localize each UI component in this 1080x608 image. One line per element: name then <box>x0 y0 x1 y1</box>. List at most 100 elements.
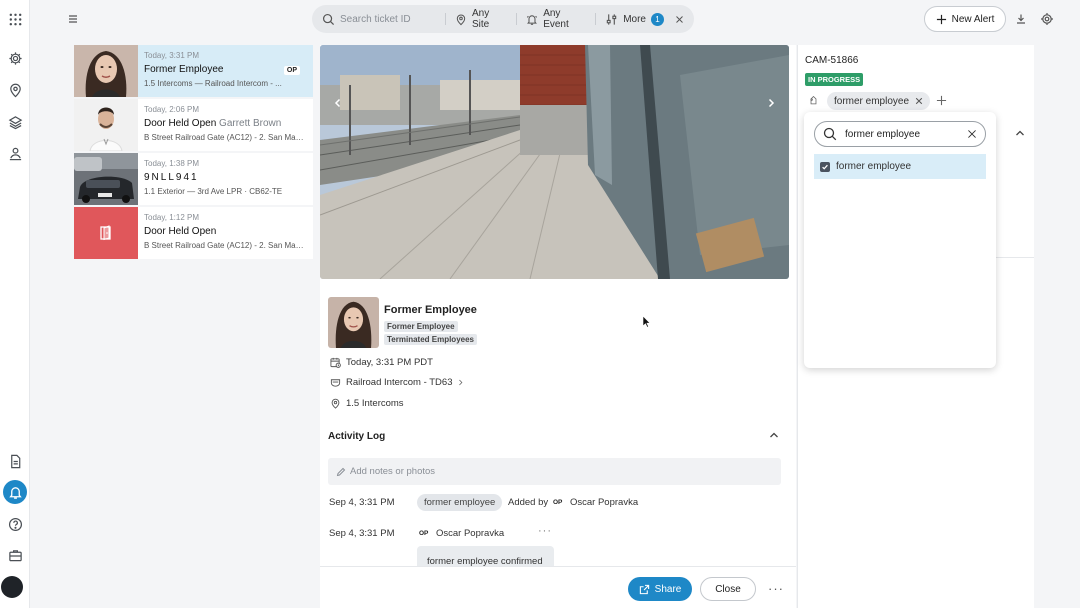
tag-chip[interactable]: former employee <box>827 92 931 110</box>
tag-search-input[interactable]: former employee <box>814 121 986 147</box>
alert-description: 1.1 Exterior — 3rd Ave LPR · CB62-TE <box>144 187 283 196</box>
door-open-icon <box>100 225 111 241</box>
search-placeholder: Search ticket ID <box>340 13 411 25</box>
alert-title: Door Held Open Garrett Brown <box>144 118 313 129</box>
alert-time: Today, 2:06 PM <box>144 105 199 114</box>
person-tag: Former Employee <box>384 321 458 332</box>
alert-item[interactable]: Today, 3:31 PM Former Employee 1.5 Inter… <box>74 45 313 97</box>
camera-video-player[interactable] <box>320 45 789 279</box>
tag-search-value: former employee <box>845 128 921 140</box>
search-filter-bar: Search ticket ID Any Site Any Event More… <box>312 5 694 33</box>
person-tag: Terminated Employees <box>384 334 477 345</box>
comment-more-menu[interactable]: ··· <box>538 525 552 537</box>
alert-item[interactable]: Today, 1:12 PM Door Held Open B Street R… <box>74 207 313 259</box>
event-filter[interactable]: Any Event <box>516 5 595 33</box>
gear-icon[interactable] <box>3 46 27 70</box>
clear-search-icon[interactable] <box>967 129 977 139</box>
person-name: Former Employee <box>384 304 477 316</box>
log-entry-time: Sep 4, 3:31 PM <box>329 497 395 508</box>
alert-title-text: Door Held Open <box>144 118 217 129</box>
add-notes-placeholder: Add notes or photos <box>350 466 436 477</box>
nav-rail <box>0 0 30 608</box>
previous-clip-arrow[interactable] <box>328 93 348 113</box>
pencil-icon <box>336 467 346 476</box>
log-comment: former employee confirmed <box>417 546 554 568</box>
clear-filters-icon[interactable] <box>675 15 684 24</box>
user-avatar[interactable] <box>1 576 23 598</box>
more-actions-button[interactable]: ··· <box>768 581 784 596</box>
intercom-icon <box>330 379 341 387</box>
add-notes-input[interactable]: Add notes or photos <box>328 458 781 485</box>
document-icon[interactable] <box>3 449 27 473</box>
tag-option[interactable]: former employee <box>814 154 986 179</box>
activity-log-heading: Activity Log <box>328 431 386 442</box>
alert-time: Today, 1:12 PM <box>144 213 199 222</box>
notifications-bell-icon[interactable] <box>3 480 27 504</box>
location-pin-icon[interactable] <box>3 78 27 102</box>
location-pin-icon <box>456 13 466 25</box>
door-alert-thumbnail <box>74 207 138 259</box>
event-time: Today, 3:31 PM PDT <box>346 357 433 368</box>
layers-icon[interactable] <box>3 110 27 134</box>
share-label: Share <box>654 583 682 595</box>
search-icon <box>322 13 335 25</box>
more-filters[interactable]: More 1 <box>595 5 694 33</box>
alert-title: 9NLL941 <box>144 172 199 183</box>
new-alert-button[interactable]: New Alert <box>924 6 1006 32</box>
alert-time: Today, 1:38 PM <box>144 159 199 168</box>
app-grid-icon[interactable] <box>3 7 27 31</box>
operator-badge: OP <box>419 530 429 537</box>
alert-thumbnail <box>74 45 138 97</box>
new-alert-label: New Alert <box>951 13 995 25</box>
event-filter-label: Any Event <box>543 8 569 30</box>
person-photo <box>328 297 379 348</box>
next-clip-arrow[interactable] <box>761 93 781 113</box>
tag-icon <box>808 96 819 107</box>
search-icon <box>823 127 837 141</box>
alert-description: B Street Railroad Gate (AC12) - 2. San M… <box>144 241 304 250</box>
alert-subtitle: Garrett Brown <box>219 118 282 129</box>
sliders-icon <box>606 13 617 25</box>
site-filter-label: Any Site <box>471 8 490 30</box>
more-filters-label: More <box>623 13 646 25</box>
device-row[interactable]: Railroad Intercom - TD63 <box>330 377 464 388</box>
site-filter[interactable]: Any Site <box>445 5 516 33</box>
bell-icon <box>527 14 538 25</box>
chevron-up-icon[interactable] <box>768 429 780 441</box>
tag-option-label: former employee <box>836 161 912 172</box>
tag-dropdown: former employee former employee <box>804 112 996 368</box>
camera-ticket-id: CAM-51866 <box>805 55 859 66</box>
alert-detail: Former Employee Former Employee Terminat… <box>320 45 796 608</box>
alert-item[interactable]: Today, 2:06 PM Door Held Open Garrett Br… <box>74 99 313 151</box>
camera-snapshot <box>320 45 789 279</box>
status-badge: IN PROGRESS <box>805 73 864 86</box>
log-user: Oscar Popravka <box>570 497 639 508</box>
operator-tag: OP <box>283 66 300 75</box>
alert-thumbnail <box>74 153 138 205</box>
alert-description: B Street Railroad Gate (AC12) - 2. San M… <box>144 133 304 142</box>
share-icon <box>639 584 649 594</box>
event-time-row: Today, 3:31 PM PDT <box>330 357 433 368</box>
settings-gear-icon[interactable] <box>1040 12 1054 26</box>
remove-tag-icon[interactable] <box>915 97 923 105</box>
close-button[interactable]: Close <box>700 577 756 601</box>
help-icon[interactable] <box>3 512 27 536</box>
log-tag-chip: former employee <box>417 494 503 511</box>
detail-footer: Share Close ··· <box>320 566 796 608</box>
share-button[interactable]: Share <box>628 577 692 601</box>
briefcase-icon[interactable] <box>3 543 27 567</box>
filter-count-badge: 1 <box>651 12 664 26</box>
operator-badge: OP <box>553 499 563 506</box>
download-icon[interactable] <box>1014 12 1028 26</box>
location-pin-icon <box>331 398 340 409</box>
tag-option-checkbox[interactable] <box>820 161 830 172</box>
alert-time: Today, 3:31 PM <box>144 51 199 60</box>
log-action: Added by <box>508 497 549 508</box>
person-pin-icon[interactable] <box>3 141 27 165</box>
alert-item[interactable]: Today, 1:38 PM 9NLL941 1.1 Exterior — 3r… <box>74 153 313 205</box>
chevron-up-icon[interactable] <box>1014 127 1026 139</box>
tag-chip-label: former employee <box>834 95 910 107</box>
add-tag-plus-icon[interactable] <box>936 95 947 106</box>
ticket-search-input[interactable]: Search ticket ID <box>312 5 445 33</box>
hamburger-menu-icon[interactable] <box>66 12 80 26</box>
